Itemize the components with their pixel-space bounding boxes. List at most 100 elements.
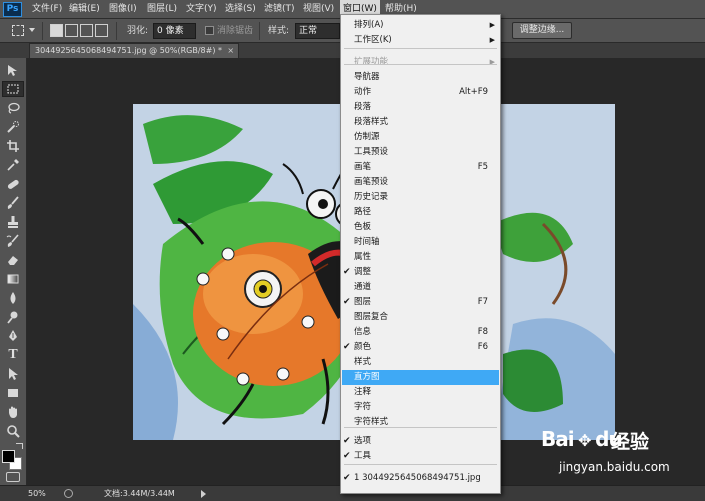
shortcut-label: F6: [477, 342, 488, 352]
window-menu-item-label: 样式: [354, 357, 372, 367]
paw-icon: ✥: [573, 431, 596, 450]
window-menu-item-label: 选项: [354, 436, 372, 446]
add-to-selection-icon[interactable]: [65, 24, 78, 37]
eraser-tool-icon[interactable]: [2, 252, 24, 268]
window-menu-item-label: 颜色: [354, 342, 372, 352]
window-menu-item-label: 信息: [354, 327, 372, 337]
menu-edit[interactable]: 编辑(E): [69, 0, 100, 19]
window-menu-item-24[interactable]: 注释: [342, 385, 499, 400]
foreground-color-swatch[interactable]: [2, 450, 15, 463]
window-menu-item-23[interactable]: 直方图: [342, 370, 499, 385]
blur-tool-icon[interactable]: [2, 290, 24, 306]
window-menu-item-19[interactable]: 图层复合: [342, 310, 499, 325]
menu-type[interactable]: 文字(Y): [186, 0, 217, 19]
window-menu-item-7[interactable]: 仿制源: [342, 130, 499, 145]
window-menu-item-label: 字符: [354, 402, 372, 412]
feather-input[interactable]: 0 像素: [153, 23, 196, 39]
window-menu-item-label: 注释: [354, 387, 372, 397]
window-menu-item-5[interactable]: 段落: [342, 100, 499, 115]
marquee-preset-icon[interactable]: [12, 25, 24, 36]
new-selection-icon[interactable]: [50, 24, 63, 37]
check-icon: ✔: [343, 342, 351, 352]
gradient-tool-icon[interactable]: [2, 271, 24, 287]
eyedropper-tool-icon[interactable]: [2, 157, 24, 173]
close-icon[interactable]: ×: [227, 44, 234, 58]
window-menu-item-29[interactable]: ✔ 1 3044925645068494751.jpg: [342, 471, 499, 486]
hand-tool-icon[interactable]: [2, 404, 24, 420]
window-menu-item-8[interactable]: 工具预设: [342, 145, 499, 160]
window-menu-item-22[interactable]: 样式: [342, 355, 499, 370]
window-menu-item-16[interactable]: ✔ 调整: [342, 265, 499, 280]
window-menu-item-20[interactable]: 信息 F8: [342, 325, 499, 340]
subtract-from-selection-icon[interactable]: [80, 24, 93, 37]
window-menu-item-1[interactable]: 工作区(K) ▶: [342, 33, 499, 48]
quick-selection-tool-icon[interactable]: [2, 119, 24, 135]
document-tab[interactable]: 3044925645068494751.jpg @ 50%(RGB/8#) * …: [29, 43, 240, 58]
window-menu-item-label: 工具预设: [354, 147, 389, 157]
watermark-jingyan: 经验: [611, 431, 650, 453]
menu-view[interactable]: 视图(V): [303, 0, 334, 19]
menu-layer[interactable]: 图层(L): [147, 0, 177, 19]
swap-colors-icon[interactable]: [16, 443, 23, 449]
menu-image[interactable]: 图像(I): [109, 0, 137, 19]
window-menu-item-0[interactable]: 排列(A) ▶: [342, 18, 499, 33]
zoom-level[interactable]: 50%: [28, 486, 46, 501]
window-menu-item-28[interactable]: ✔ 工具: [342, 449, 499, 464]
window-menu-item-4[interactable]: 动作 Alt+F9: [342, 85, 499, 100]
menu-select[interactable]: 选择(S): [225, 0, 256, 19]
healing-brush-tool-icon[interactable]: [2, 176, 24, 192]
brush-tool-icon[interactable]: [2, 195, 24, 211]
clone-stamp-tool-icon[interactable]: [2, 214, 24, 230]
check-icon: ✔: [343, 267, 351, 277]
window-menu-item-21[interactable]: ✔ 颜色 F6: [342, 340, 499, 355]
type-tool-icon[interactable]: T: [2, 347, 24, 363]
window-menu-item-label: 色板: [354, 222, 372, 232]
menu-separator: [344, 464, 497, 465]
window-menu-item-3[interactable]: 导航器: [342, 70, 499, 85]
window-menu-item-label: 工具: [354, 451, 372, 461]
window-menu-item-12[interactable]: 路径: [342, 205, 499, 220]
window-menu-item-18[interactable]: ✔ 图层 F7: [342, 295, 499, 310]
pen-tool-icon[interactable]: [2, 328, 24, 344]
antialias-checkbox[interactable]: [205, 26, 214, 35]
window-menu-item-label: 直方图: [354, 372, 380, 382]
window-menu-item-9[interactable]: 画笔 F5: [342, 160, 499, 175]
window-menu-item-11[interactable]: 历史记录: [342, 190, 499, 205]
window-menu-item-label: 工作区(K): [354, 35, 392, 45]
history-brush-tool-icon[interactable]: [2, 233, 24, 249]
submenu-arrow-icon: ▶: [489, 36, 495, 44]
lasso-tool-icon[interactable]: [2, 100, 24, 116]
feather-label: 羽化:: [127, 26, 149, 36]
menu-filter[interactable]: 滤镜(T): [264, 0, 295, 19]
marquee-tool-icon[interactable]: [2, 81, 24, 97]
refine-edge-button[interactable]: 调整边缘...: [512, 22, 572, 39]
watermark-url: jingyan.baidu.com: [559, 460, 670, 474]
status-menu-arrow-icon[interactable]: [201, 490, 206, 498]
photoshop-logo: Ps: [3, 2, 22, 17]
shortcut-label: Alt+F9: [459, 87, 488, 97]
window-menu-item-label: 历史记录: [354, 192, 389, 202]
window-menu-item-6[interactable]: 段落样式: [342, 115, 499, 130]
crop-tool-icon[interactable]: [2, 138, 24, 154]
window-menu-item-27[interactable]: ✔ 选项: [342, 434, 499, 449]
path-selection-tool-icon[interactable]: [2, 366, 24, 382]
intersect-selection-icon[interactable]: [95, 24, 108, 37]
rectangle-tool-icon[interactable]: [2, 385, 24, 401]
window-menu-item-13[interactable]: 色板: [342, 220, 499, 235]
dodge-tool-icon[interactable]: [2, 309, 24, 325]
window-menu-item-label: 段落: [354, 102, 372, 112]
window-menu-item-14[interactable]: 时间轴: [342, 235, 499, 250]
window-menu-item-25[interactable]: 字符: [342, 400, 499, 415]
window-menu-item-17[interactable]: 通道: [342, 280, 499, 295]
menu-file[interactable]: 文件(F): [32, 0, 62, 19]
window-menu-item-15[interactable]: 属性: [342, 250, 499, 265]
window-menu-item-label: 段落样式: [354, 117, 389, 127]
quick-mask-icon[interactable]: [6, 472, 20, 482]
zoom-tool-icon[interactable]: [2, 423, 24, 439]
window-menu-item-10[interactable]: 画笔预设: [342, 175, 499, 190]
window-menu-item-label: 1 3044925645068494751.jpg: [354, 473, 481, 483]
preset-dropdown-icon[interactable]: [29, 28, 35, 32]
window-menu-item-label: 导航器: [354, 72, 380, 82]
style-select[interactable]: 正常: [295, 23, 340, 39]
move-tool-icon[interactable]: [2, 63, 24, 79]
